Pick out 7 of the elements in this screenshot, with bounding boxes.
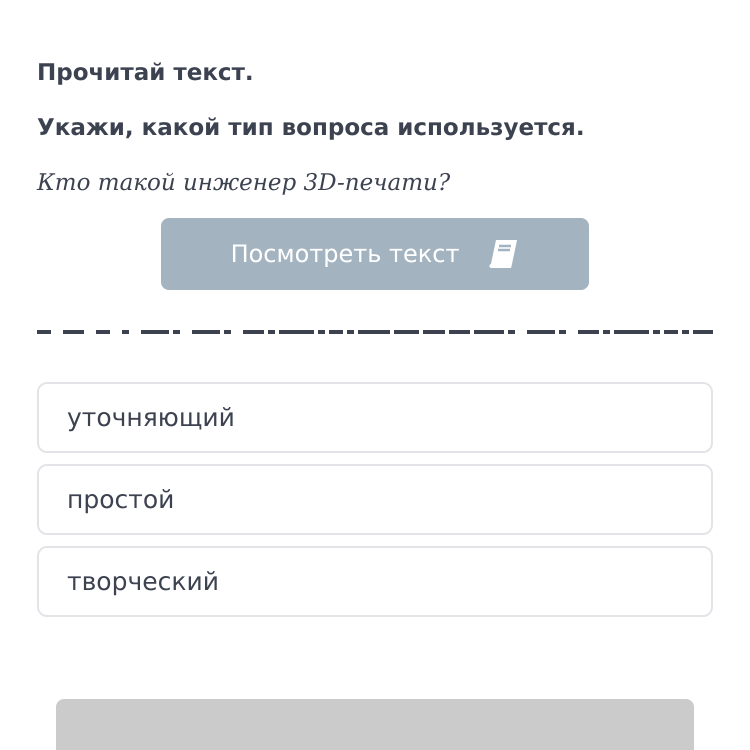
answer-option[interactable]: простой: [37, 464, 713, 536]
answer-option[interactable]: уточняющий: [37, 382, 713, 454]
instruction-text: Прочитай текст.: [37, 59, 255, 88]
question-text: Кто такой инженер 3D-печати?: [37, 169, 452, 198]
instruction-text: Укажи, какой тип вопроса используется.: [37, 114, 586, 143]
answer-option[interactable]: творческий: [37, 546, 713, 618]
book-icon: [487, 239, 520, 270]
